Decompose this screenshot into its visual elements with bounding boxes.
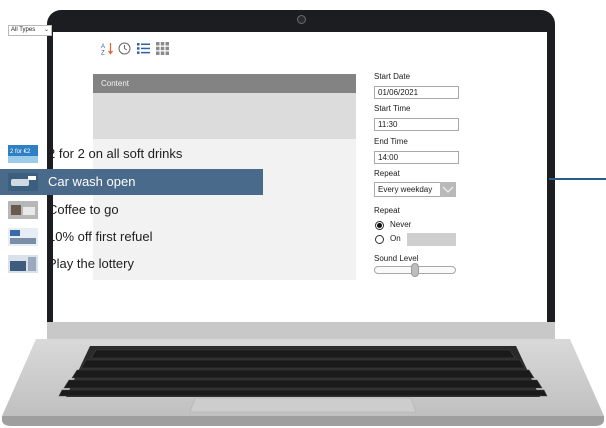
clock-icon[interactable]: [118, 42, 131, 55]
thumbnail-text: 2 for €2: [10, 149, 31, 155]
content-thumbnail: 2 for €2: [8, 145, 38, 163]
list-item-label: Play the lottery: [48, 256, 134, 271]
list-item-label: 2 for 2 on all soft drinks: [48, 146, 183, 161]
content-thumbnail: [8, 173, 38, 191]
list-item[interactable]: Play the lottery: [0, 251, 263, 277]
sound-level-label: Sound Level: [374, 254, 419, 263]
chevron-down-icon[interactable]: [440, 182, 456, 197]
repeat-frequency-select[interactable]: Every weekday: [374, 182, 444, 197]
radio-never-label: Never: [390, 220, 412, 229]
list-item-selected[interactable]: Car wash open: [0, 169, 263, 195]
content-panel-header: Content: [93, 74, 356, 93]
content-thumbnail: [8, 255, 38, 273]
content-thumbnail: [8, 201, 38, 219]
repeat-frequency-label: Repeat: [374, 169, 400, 178]
svg-text:Z: Z: [101, 51, 105, 56]
list-item[interactable]: Coffee to go: [0, 197, 263, 223]
radio-on-label: On: [390, 234, 401, 243]
start-date-label: Start Date: [374, 72, 411, 81]
content-thumbnail: [8, 228, 38, 246]
list-item-label: 10% off first refuel: [48, 229, 153, 244]
radio-on[interactable]: [375, 235, 384, 244]
svg-text:A: A: [101, 44, 105, 50]
chevron-down-icon: ⌄: [43, 27, 49, 33]
sort-az-icon[interactable]: A Z: [101, 42, 114, 55]
list-item-label: Car wash open: [48, 174, 136, 189]
repeat-mode-label: Repeat: [374, 206, 400, 215]
radio-never[interactable]: [375, 221, 384, 230]
start-time-label: Start Time: [374, 104, 411, 113]
list-view-icon[interactable]: [137, 42, 150, 55]
sound-level-slider-thumb[interactable]: [411, 263, 419, 277]
end-time-field[interactable]: 14:00: [374, 151, 459, 164]
grid-view-icon[interactable]: [156, 42, 169, 55]
start-date-field[interactable]: 01/06/2021: [374, 86, 459, 99]
start-time-field[interactable]: 11:30: [374, 118, 459, 131]
content-toolbar: [93, 93, 356, 139]
end-time-label: End Time: [374, 137, 408, 146]
repeat-on-field[interactable]: [407, 233, 456, 246]
list-item[interactable]: 2 for €2 2 for 2 on all soft drinks: [0, 141, 263, 167]
list-item-label: Coffee to go: [48, 202, 119, 217]
type-filter-select[interactable]: All Types ⌄: [8, 25, 52, 36]
list-item[interactable]: 10% off first refuel: [0, 224, 263, 250]
type-filter-value: All Types: [11, 27, 36, 33]
